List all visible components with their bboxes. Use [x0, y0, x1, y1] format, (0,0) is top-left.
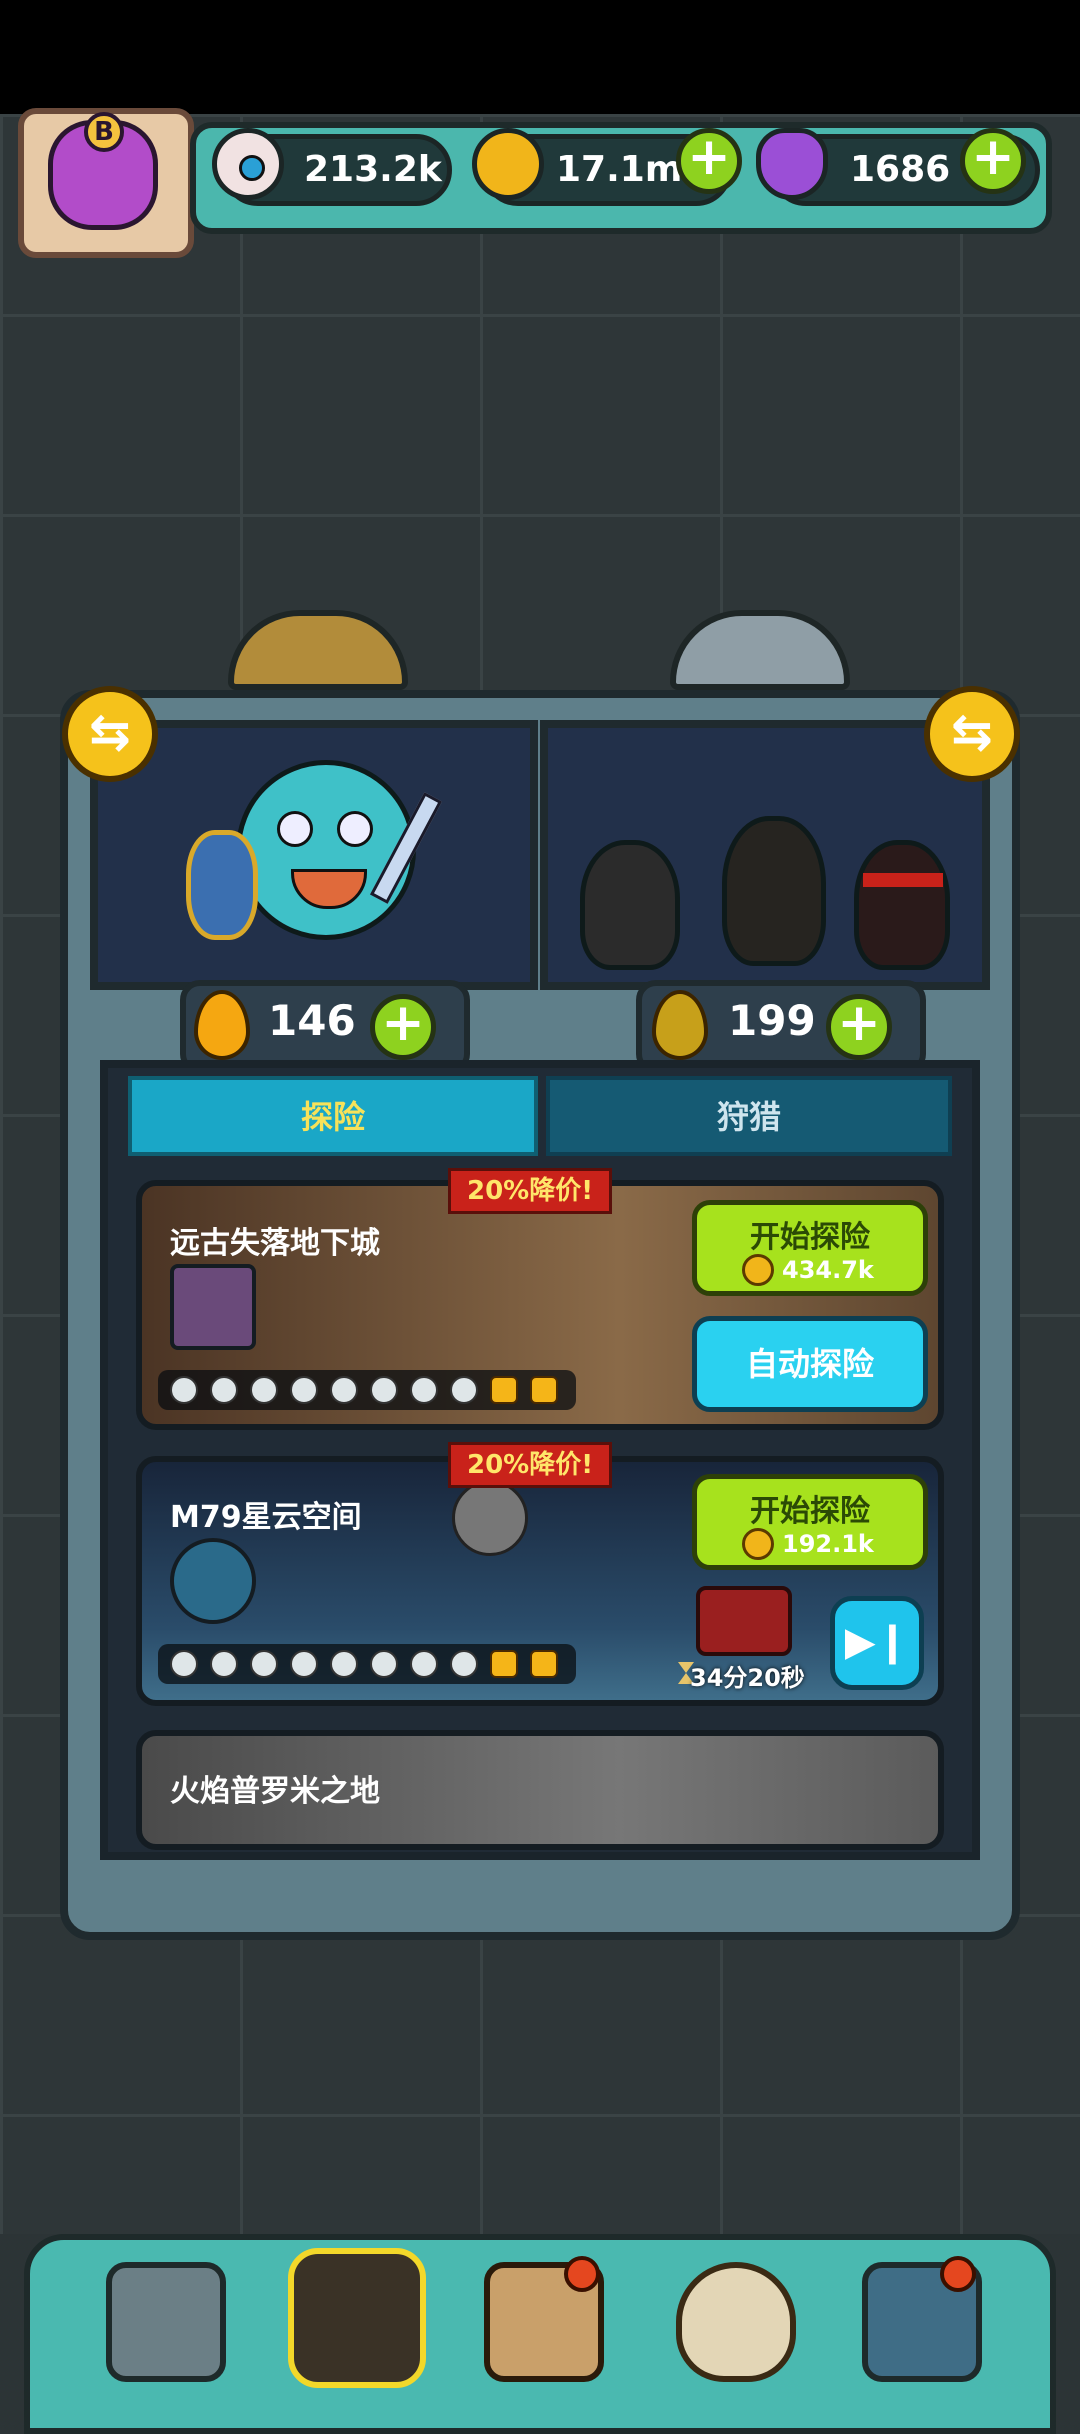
- tab-hunt[interactable]: 狩猎: [546, 1076, 952, 1156]
- skip-forward-icon[interactable]: ▶❙: [830, 1596, 924, 1690]
- potion-resource-value: 1686: [850, 149, 951, 190]
- shield-icon: [186, 830, 258, 940]
- add-potions-button[interactable]: +: [960, 128, 1026, 194]
- boss-icon: [530, 1650, 558, 1678]
- rank-badge: B: [84, 112, 124, 152]
- nav-shop-icon[interactable]: [106, 2262, 226, 2382]
- skull-icon: [450, 1650, 478, 1678]
- boss-icon: [490, 1650, 518, 1678]
- eyeball-icon: [212, 128, 284, 200]
- triangle-emblem-icon: [170, 1264, 256, 1350]
- boss-icon: [530, 1376, 558, 1404]
- add-right-droplet-button[interactable]: +: [826, 994, 892, 1060]
- add-left-droplet-button[interactable]: +: [370, 994, 436, 1060]
- tab-explore[interactable]: 探险: [128, 1076, 538, 1156]
- hunter-monster-2: [722, 816, 826, 966]
- skull-icon: [290, 1376, 318, 1404]
- right-droplet-value: 199: [728, 996, 816, 1045]
- notification-badge: [564, 2256, 600, 2292]
- expedition-cost: 192.1k: [782, 1530, 874, 1558]
- dungeon-name: 火焰普罗米之地: [170, 1774, 380, 1809]
- skull-icon: [170, 1376, 198, 1404]
- nav-expedition-icon[interactable]: [288, 2248, 426, 2388]
- skull-icon: [330, 1650, 358, 1678]
- discount-banner: 20%降价!: [448, 1442, 613, 1488]
- start-expedition-label: 开始探险: [750, 1220, 870, 1255]
- skull-icon: [250, 1650, 278, 1678]
- discount-banner: 20%降价!: [448, 1168, 613, 1214]
- skull-icon: [330, 1376, 358, 1404]
- swap-left-button[interactable]: ⇆: [62, 686, 158, 782]
- skull-icon: [250, 1376, 278, 1404]
- skull-icon: [410, 1650, 438, 1678]
- status-bar: [0, 0, 1080, 114]
- planet-icon: [452, 1480, 528, 1556]
- notification-badge: [940, 2256, 976, 2292]
- boss-icon: [490, 1376, 518, 1404]
- coin-resource-value: 17.1m: [556, 149, 683, 190]
- dungeon-name: 远古失落地下城: [170, 1226, 380, 1261]
- dungeon-name: M79星云空间: [170, 1500, 362, 1535]
- nav-money-bag-icon[interactable]: [676, 2262, 796, 2382]
- left-droplet-value: 146: [268, 996, 356, 1045]
- expedition-timer: 34分20秒: [690, 1664, 805, 1692]
- skull-icon: [170, 1650, 198, 1678]
- auto-expedition-button[interactable]: 自动探险: [692, 1316, 928, 1412]
- expedition-cost: 434.7k: [782, 1256, 874, 1284]
- skull-icon: [370, 1376, 398, 1404]
- potion-icon: [756, 128, 828, 200]
- skull-icon: [370, 1650, 398, 1678]
- coin-icon: [472, 128, 544, 200]
- skull-icon: [290, 1650, 318, 1678]
- coin-icon: [742, 1528, 774, 1560]
- skull-icon: [450, 1376, 478, 1404]
- add-coins-button[interactable]: +: [676, 128, 742, 194]
- eye-resource-value: 213.2k: [304, 149, 442, 190]
- skull-icon: [410, 1376, 438, 1404]
- coin-icon: [742, 1254, 774, 1286]
- hunter-monster-1: [580, 840, 680, 970]
- skull-icon: [210, 1376, 238, 1404]
- treasure-chest-icon: [696, 1586, 792, 1656]
- station-emblem-icon: [170, 1538, 256, 1624]
- skull-icon: [210, 1650, 238, 1678]
- swap-right-button[interactable]: ⇆: [924, 686, 1020, 782]
- hunter-monster-3: [854, 840, 950, 970]
- hero-monster: [236, 760, 416, 940]
- start-expedition-label: 开始探险: [750, 1494, 870, 1529]
